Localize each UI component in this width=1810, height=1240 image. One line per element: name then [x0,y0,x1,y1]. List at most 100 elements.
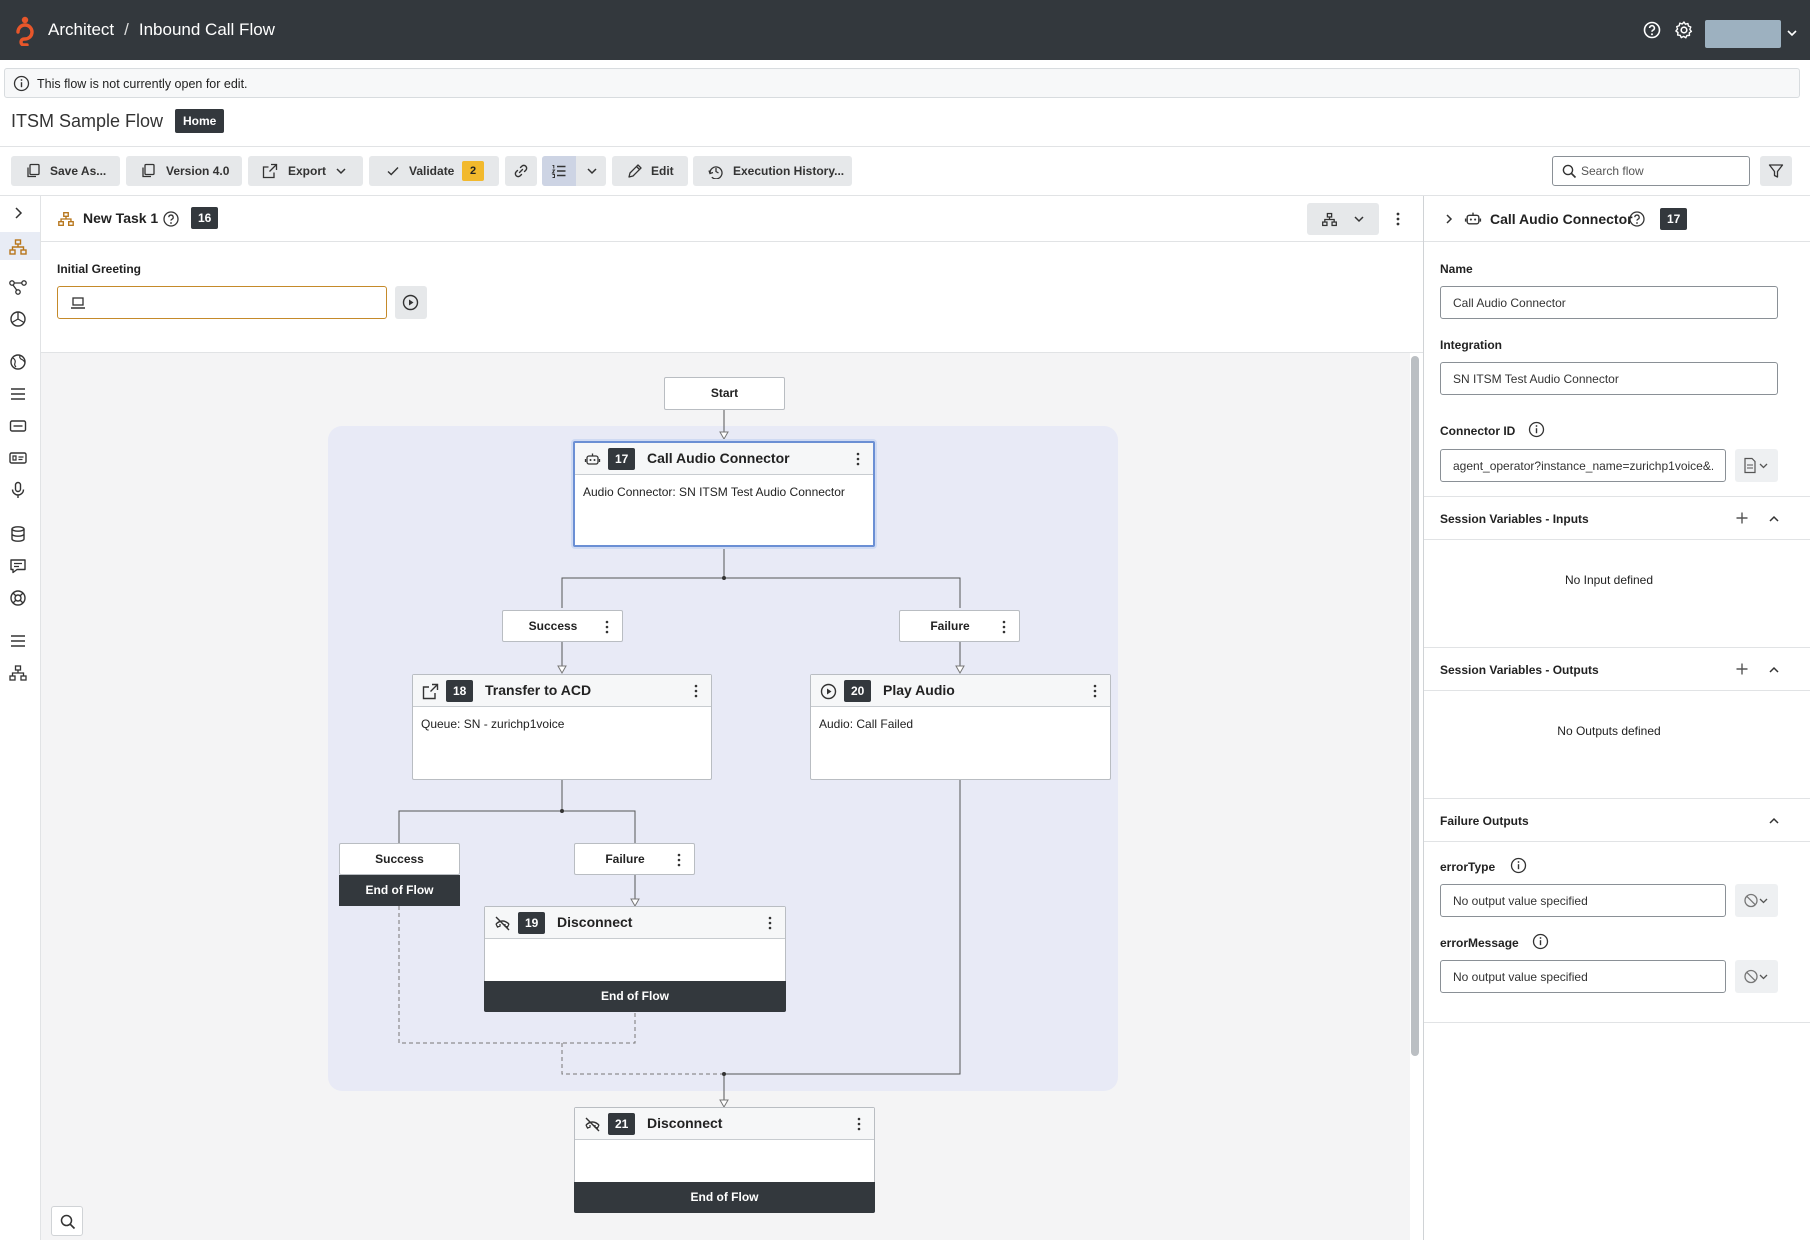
settings-gear-icon[interactable] [1674,20,1694,40]
robot-icon [584,453,601,465]
success-path-pill[interactable]: Success [502,610,623,642]
session-outputs-title: Session Variables - Outputs [1440,663,1599,677]
initial-greeting-input[interactable] [57,286,387,319]
more-options-icon[interactable] [997,619,1011,635]
version-button[interactable]: Version 4.0 [126,156,242,186]
chevron-up-icon[interactable] [1767,663,1781,677]
breadcrumb-architect[interactable]: Architect [48,20,114,39]
chevron-up-icon[interactable] [1767,814,1781,828]
database-icon[interactable] [8,524,28,544]
expand-chevron-icon[interactable] [8,203,28,223]
node-body-text: Audio Connector: SN ITSM Test Audio Conn… [583,485,845,499]
play-greeting-button[interactable] [395,286,427,319]
disconnect-node[interactable]: 19 Disconnect End of Flow [484,906,786,1012]
no-value-icon [1744,893,1768,908]
start-node[interactable]: Start [664,377,785,410]
filter-button[interactable] [1760,156,1792,186]
help-icon[interactable] [162,210,180,228]
copy-icon [142,163,155,178]
user-avatar[interactable] [1705,20,1781,48]
no-value-icon [1744,969,1768,984]
validate-button[interactable]: Validate 2 [369,156,499,186]
session-outputs-section-header[interactable]: Session Variables - Outputs [1424,647,1810,691]
connector-id-type-button[interactable] [1735,449,1778,482]
flow-path-icon[interactable] [8,277,28,297]
save-as-button[interactable]: Save As... [11,156,120,186]
id-card-icon[interactable] [8,448,28,468]
more-options-icon[interactable] [672,852,686,868]
failure-path-pill[interactable]: Failure [899,610,1020,642]
node-header: 21 Disconnect [575,1108,874,1140]
node-header: 17 Call Audio Connector [575,443,873,475]
help-icon[interactable] [1642,20,1662,40]
call-audio-connector-node[interactable]: 17 Call Audio Connector Audio Connector:… [573,441,875,547]
globe-icon[interactable] [8,352,28,372]
chart-pie-icon[interactable] [8,309,28,329]
export-label: Export [288,164,327,178]
help-icon[interactable] [1628,210,1646,228]
chat-bubble-icon[interactable] [8,556,28,576]
link-button[interactable] [505,156,537,186]
failure-path-pill[interactable]: Failure [574,843,695,875]
canvas-search-button[interactable] [51,1206,83,1236]
collapse-chevron-icon[interactable] [1442,212,1456,226]
export-button[interactable]: Export [248,156,363,186]
filter-icon [1768,164,1784,178]
breadcrumb: Architect / Inbound Call Flow [48,20,275,40]
node-title: Call Audio Connector [647,450,790,466]
error-message-options-button[interactable] [1735,960,1778,993]
failure-path-label: Failure [605,852,645,866]
hierarchy-icon[interactable] [8,663,28,683]
play-audio-node[interactable]: 20 Play Audio Audio: Call Failed [810,674,1111,780]
connector-id-input[interactable] [1440,449,1726,482]
error-message-input[interactable] [1440,960,1726,993]
more-options-icon[interactable] [689,683,703,699]
list-icon[interactable] [8,384,28,404]
failure-outputs-section-header[interactable]: Failure Outputs [1424,798,1810,842]
read-only-notice: This flow is not currently open for edit… [4,68,1800,98]
menu-lines-icon[interactable] [8,631,28,651]
more-options-icon[interactable] [852,1116,866,1132]
chevron-down-icon [587,168,597,175]
node-number-badge: 21 [608,1113,636,1135]
node-title: Transfer to ACD [485,682,592,698]
prompt-card-icon[interactable] [8,416,28,436]
execution-history-button[interactable]: Execution History... [693,156,852,186]
edit-button[interactable]: Edit [612,156,688,186]
chevron-down-icon[interactable] [1785,26,1799,40]
name-input[interactable] [1440,286,1778,319]
node-header: 18 Transfer to ACD [413,675,711,707]
outline-view-button[interactable] [542,156,606,186]
search-flow-input[interactable] [1581,160,1741,182]
task-number-badge: 16 [191,207,219,229]
plus-icon[interactable] [1735,662,1749,676]
export-icon [262,163,278,179]
error-type-options-button[interactable] [1735,884,1778,917]
integration-input[interactable] [1440,362,1778,395]
info-icon[interactable] [1528,421,1545,438]
flow-canvas[interactable]: Start 17 Call Audio Connector Audio Conn… [41,353,1410,1240]
name-label: Name [1440,262,1473,276]
chevron-up-icon[interactable] [1767,512,1781,526]
more-options-icon[interactable] [600,619,614,635]
info-icon[interactable] [1510,857,1527,874]
layout-view-button[interactable] [1307,203,1379,235]
flow-title: ITSM Sample Flow [11,111,164,131]
lifebuoy-icon[interactable] [8,588,28,608]
microphone-icon[interactable] [8,480,28,500]
task-tree-icon[interactable] [8,237,28,257]
plus-icon[interactable] [1735,511,1749,525]
more-options-icon[interactable] [1088,683,1102,699]
transfer-to-acd-node[interactable]: 18 Transfer to ACD Queue: SN - zurichp1v… [412,674,712,780]
success-path-pill[interactable]: Success [339,843,460,875]
canvas-scrollbar[interactable] [1411,356,1419,1056]
info-icon[interactable] [1532,933,1549,950]
node-number-badge: 19 [518,912,546,934]
breadcrumb-separator: / [124,20,129,39]
more-options-icon[interactable] [763,915,777,931]
more-options-icon[interactable] [851,451,865,467]
more-options-icon[interactable] [1390,211,1406,227]
session-inputs-section-header[interactable]: Session Variables - Inputs [1424,496,1810,540]
disconnect-node[interactable]: 21 Disconnect End of Flow [574,1107,875,1213]
error-type-input[interactable] [1440,884,1726,917]
